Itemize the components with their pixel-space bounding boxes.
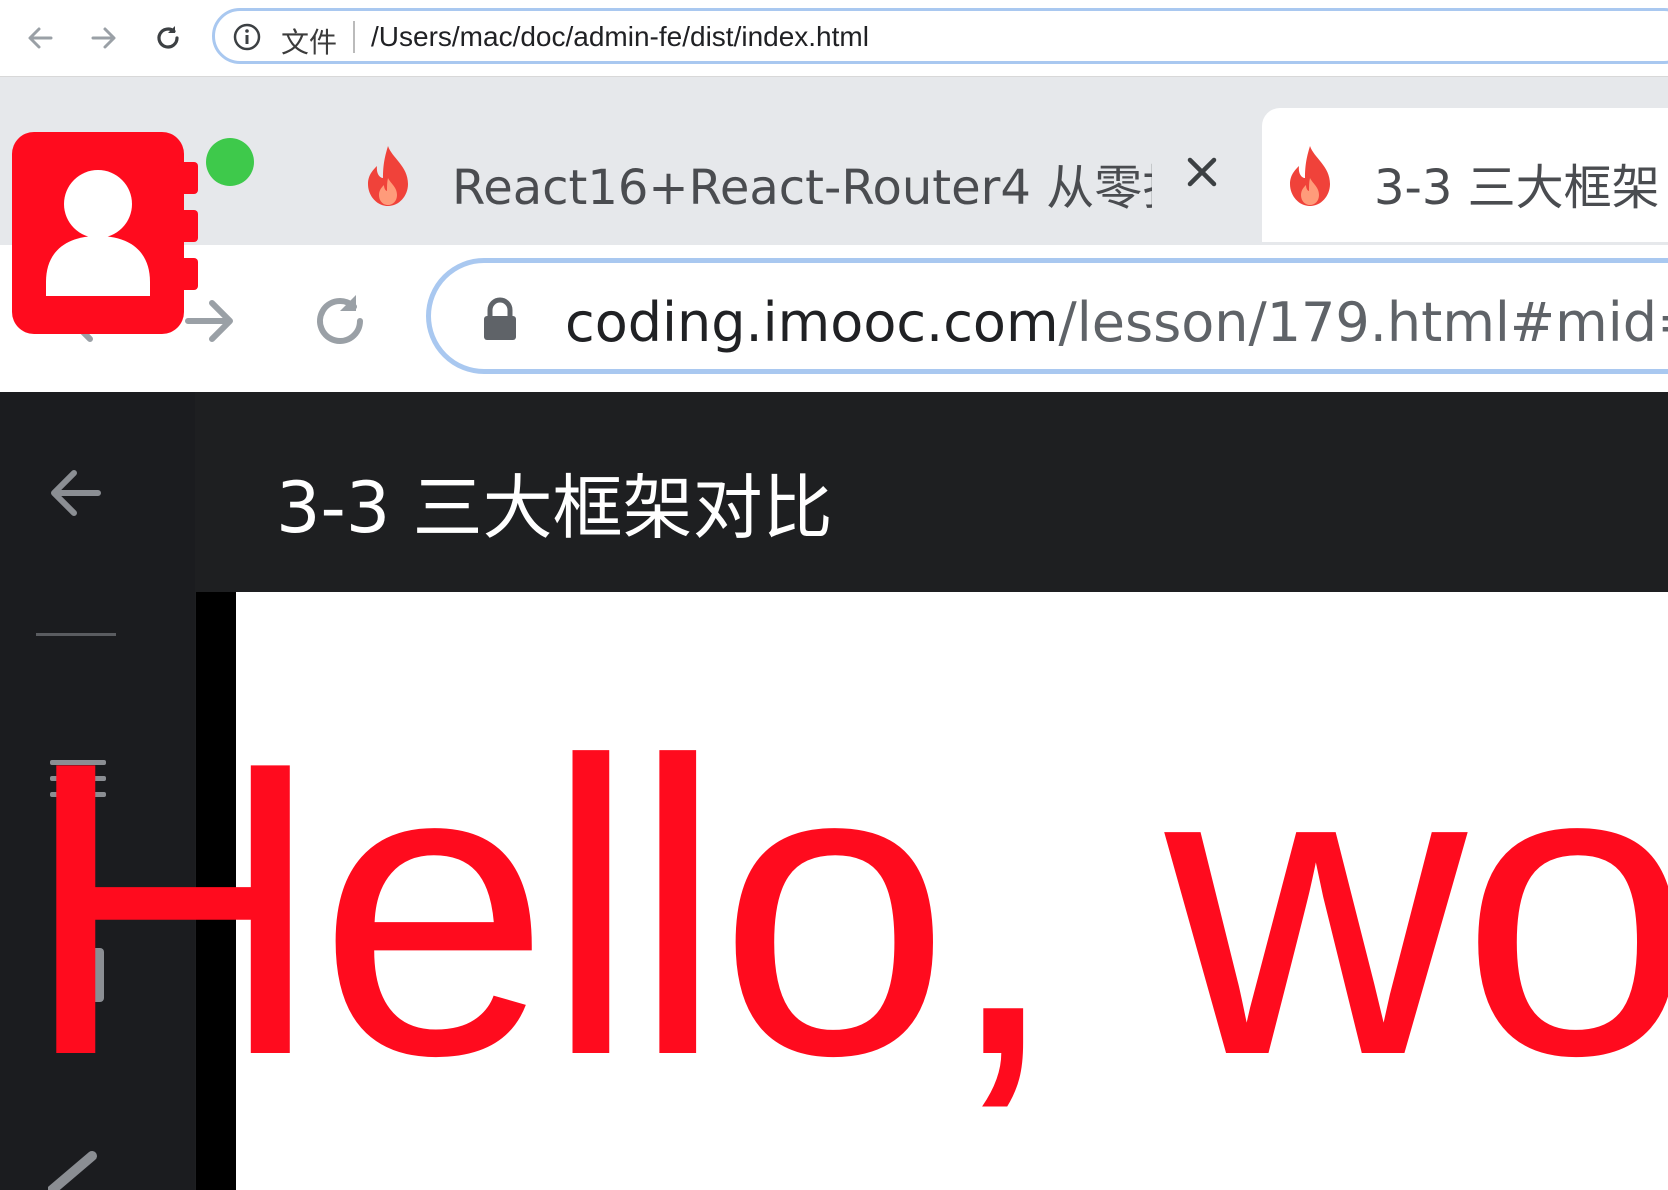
window-maximize-dot[interactable] — [206, 138, 254, 186]
lock-icon — [484, 297, 516, 340]
inner-address-bar[interactable]: coding.imooc.com/lesson/179.html#mid=1 — [426, 258, 1668, 374]
tab-title: React16+React-Router4 从零打 — [452, 160, 1152, 216]
outer-back-button[interactable] — [16, 14, 64, 62]
outer-reload-button[interactable] — [144, 14, 192, 62]
address-host: coding.imooc.com — [565, 291, 1059, 354]
hello-heading: Hello, wo — [22, 675, 1668, 1142]
tab-title: 3-3 三大框架 — [1374, 160, 1660, 216]
arrow-left-icon — [28, 27, 53, 49]
outer-browser-toolbar: 文件 /Users/mac/doc/admin-fe/dist/index.ht… — [0, 0, 1668, 77]
lesson-title: 3-3 三大框架对比 — [276, 467, 833, 549]
reload-icon[interactable] — [308, 289, 372, 353]
inner-address-text[interactable]: coding.imooc.com/lesson/179.html#mid=1 — [565, 291, 1668, 354]
flame-icon — [1290, 146, 1330, 206]
flame-icon — [368, 146, 408, 206]
outer-forward-button[interactable] — [80, 14, 128, 62]
info-icon[interactable] — [233, 23, 261, 56]
arrow-right-icon — [91, 27, 116, 49]
tab-react-course[interactable]: React16+React-Router4 从零打 — [340, 108, 1260, 242]
file-scheme-label: 文件 — [281, 26, 338, 59]
address-divider — [353, 21, 355, 53]
address-path: /lesson/179.html#mid=1 — [1058, 291, 1668, 354]
contacts-app-icon[interactable] — [12, 132, 198, 334]
back-arrow-icon[interactable] — [44, 462, 106, 524]
reload-icon — [157, 26, 179, 49]
close-icon — [1187, 157, 1217, 187]
outer-address-text[interactable]: /Users/mac/doc/admin-fe/dist/index.html — [371, 21, 869, 53]
pencil-icon[interactable] — [48, 1150, 108, 1190]
outer-address-bar[interactable]: 文件 /Users/mac/doc/admin-fe/dist/index.ht… — [212, 8, 1668, 64]
tab-lesson[interactable]: 3-3 三大框架 — [1262, 108, 1668, 242]
tab-close-button[interactable] — [1178, 148, 1226, 196]
sidebar-divider — [36, 633, 116, 636]
